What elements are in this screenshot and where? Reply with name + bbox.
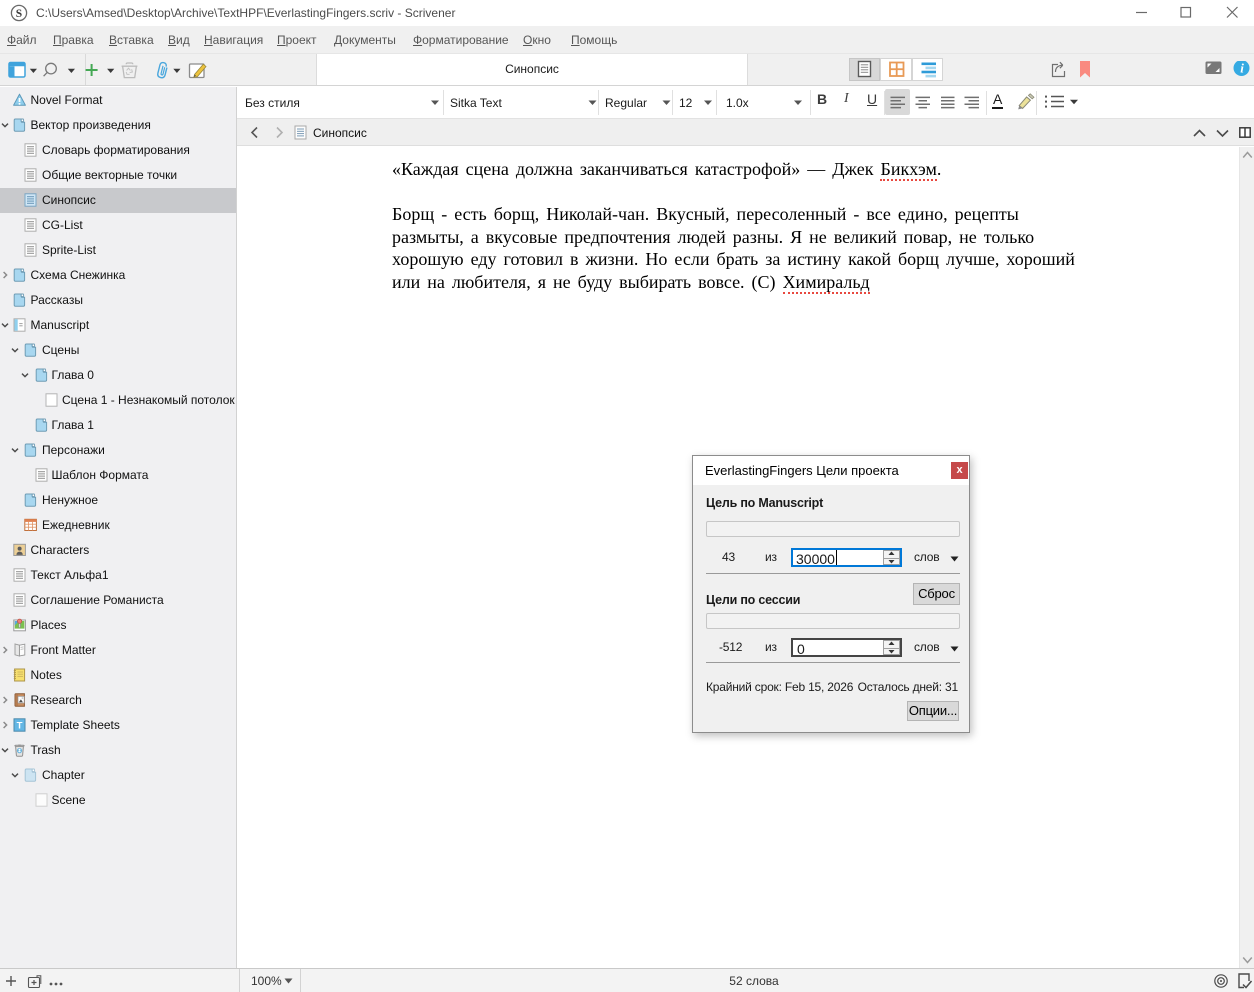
svg-text:S: S xyxy=(16,8,22,20)
svg-text:i: i xyxy=(1240,61,1244,76)
svg-text:T: T xyxy=(16,720,22,731)
